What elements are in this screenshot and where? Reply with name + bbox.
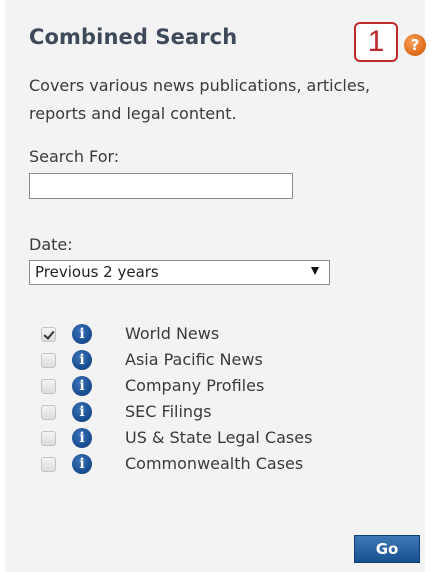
source-item-us-state-legal-cases: i US & State Legal Cases: [41, 426, 381, 452]
info-icon[interactable]: i: [72, 324, 92, 344]
source-label: World News: [125, 324, 220, 343]
info-icon[interactable]: i: [72, 428, 92, 448]
source-label: Company Profiles: [125, 376, 265, 395]
annotation-callout: 1: [354, 22, 398, 62]
checkbox-sec-filings[interactable]: [41, 405, 56, 420]
source-item-company-profiles: i Company Profiles: [41, 374, 381, 400]
panel-title: Combined Search: [29, 25, 238, 49]
chevron-down-icon: [311, 267, 319, 275]
date-label: Date:: [29, 235, 73, 254]
search-input[interactable]: [29, 173, 293, 199]
source-label: Asia Pacific News: [125, 350, 263, 369]
info-icon[interactable]: i: [72, 454, 92, 474]
source-item-commonwealth-cases: i Commonwealth Cases: [41, 452, 381, 478]
source-label: SEC Filings: [125, 402, 212, 421]
info-icon[interactable]: i: [72, 402, 92, 422]
source-item-asia-pacific-news: i Asia Pacific News: [41, 348, 381, 374]
info-icon[interactable]: i: [72, 376, 92, 396]
checkbox-commonwealth-cases[interactable]: [41, 457, 56, 472]
checkbox-us-state-legal-cases[interactable]: [41, 431, 56, 446]
source-item-world-news: i World News: [41, 322, 381, 348]
source-item-sec-filings: i SEC Filings: [41, 400, 381, 426]
source-list: i World News i Asia Pacific News i Compa…: [41, 322, 381, 478]
checkbox-company-profiles[interactable]: [41, 379, 56, 394]
search-label: Search For:: [29, 147, 120, 166]
source-label: Commonwealth Cases: [125, 454, 304, 473]
panel-description: Covers various news publications, articl…: [29, 76, 371, 123]
checkbox-world-news[interactable]: [41, 327, 56, 342]
checkbox-asia-pacific-news[interactable]: [41, 353, 56, 368]
source-label: US & State Legal Cases: [125, 428, 313, 447]
combined-search-panel: Combined Search 1 ? Covers various news …: [5, 0, 426, 572]
help-icon[interactable]: ?: [404, 34, 426, 56]
info-icon[interactable]: i: [72, 350, 92, 370]
date-select[interactable]: Previous 2 years: [29, 260, 330, 285]
go-button[interactable]: Go: [354, 535, 420, 563]
date-select-value: Previous 2 years: [35, 263, 159, 281]
